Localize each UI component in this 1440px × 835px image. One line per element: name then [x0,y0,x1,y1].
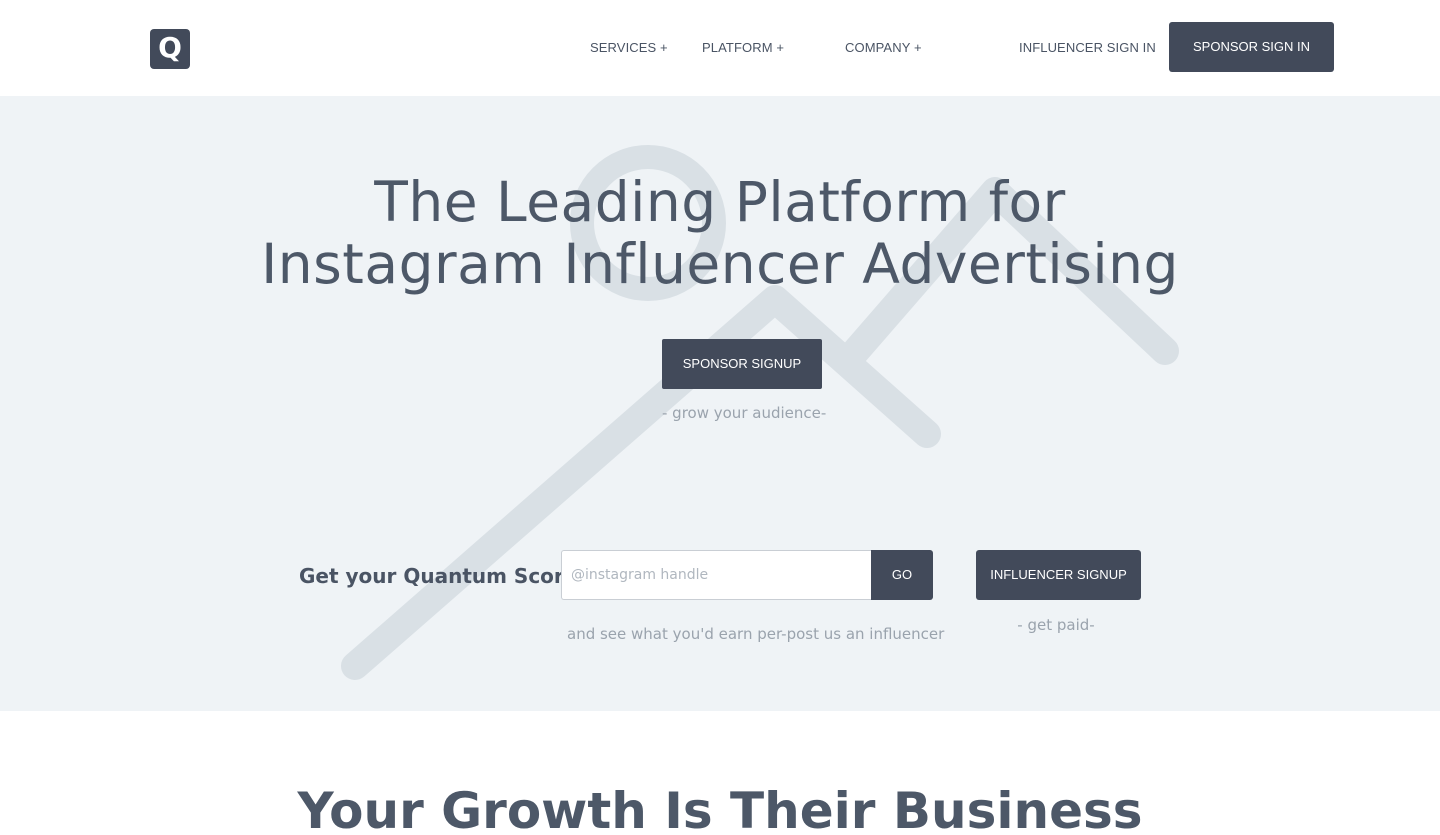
sponsor-signup-button[interactable]: SPONSOR SIGNUP [662,339,822,389]
site-header: Q SERVICES + PLATFORM + COMPANY + INFLUE… [0,0,1440,96]
quantum-score-subtext: and see what you'd earn per-post us an i… [567,625,945,643]
quantum-logo[interactable]: Q [150,29,190,69]
section-title: Your Growth Is Their Business [297,782,1143,835]
go-button[interactable]: GO [871,550,933,600]
quantum-score-label: Get your Quantum Score [299,564,578,588]
nav-services[interactable]: SERVICES + [590,40,668,55]
nav-platform[interactable]: PLATFORM + [702,40,784,55]
sponsor-sign-in-button[interactable]: SPONSOR SIGN IN [1169,22,1334,72]
influencer-sign-in-link[interactable]: INFLUENCER SIGN IN [1019,40,1156,55]
instagram-handle-input[interactable] [561,550,872,600]
nav-company[interactable]: COMPANY + [845,40,922,55]
influencer-tagline: - get paid- [1017,616,1095,634]
hero-section: The Leading Platform for Instagram Influ… [0,96,1440,711]
influencer-signup-button[interactable]: INFLUENCER SIGNUP [976,550,1141,600]
sponsor-tagline: - grow your audience- [662,404,827,422]
hero-title-line1: The Leading Platform for [374,170,1066,234]
hero-title-line2: Instagram Influencer Advertising [261,232,1179,296]
